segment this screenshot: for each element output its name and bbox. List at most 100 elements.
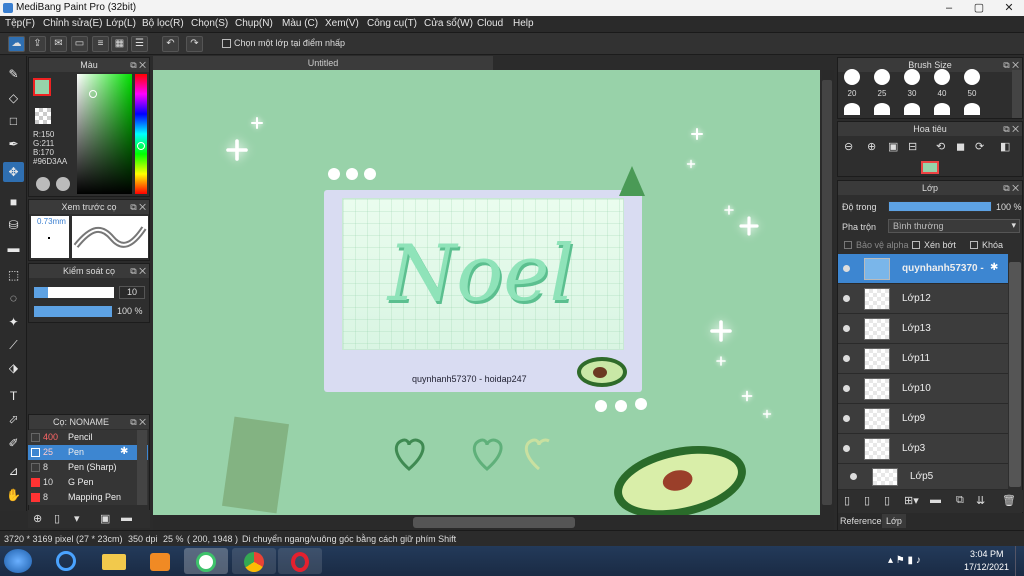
eye-icon[interactable] xyxy=(843,295,850,302)
menu-edit[interactable]: Chỉnh sửa(E) xyxy=(43,18,103,29)
bucket-tool-icon[interactable]: ⛁ xyxy=(3,215,24,235)
hand-tool-icon[interactable]: ✋ xyxy=(3,485,24,505)
medibang-taskbar-icon[interactable] xyxy=(184,548,228,574)
layer-row[interactable]: Lớp10 xyxy=(838,374,1008,404)
close-button[interactable]: ✕ xyxy=(994,0,1024,16)
layer-scrollbar[interactable] xyxy=(1009,262,1021,487)
brush-settings-icon[interactable]: ▣ xyxy=(100,512,110,525)
layer-row-selected[interactable]: quynhanh57370 - ✱ xyxy=(838,254,1008,284)
brush-size-preset[interactable]: 30 xyxy=(902,69,922,98)
brush-size-preset[interactable]: 40 xyxy=(932,69,952,98)
menu-select[interactable]: Chọn(S) xyxy=(191,18,228,29)
brush-size-preset[interactable]: 25 xyxy=(872,69,892,98)
brush-item[interactable]: 8 Pen (Sharp) xyxy=(28,460,148,475)
eyedropper-icon[interactable]: ⊿ xyxy=(3,461,24,481)
select-layer-checkbox[interactable] xyxy=(222,39,231,48)
brush-item[interactable]: 400 Pencil xyxy=(28,430,148,445)
minimize-button[interactable]: – xyxy=(934,0,964,16)
panel-close-icon[interactable]: ⧉ ✕ xyxy=(1003,122,1019,136)
menu-filter[interactable]: Bộ lọc(R) xyxy=(142,18,184,29)
new-brush-icon[interactable]: ▯ xyxy=(54,512,60,525)
folder-icon[interactable]: ▬ xyxy=(930,494,941,506)
merge-icon[interactable]: ⇊ xyxy=(976,494,985,507)
layer-row[interactable]: Lớp3 xyxy=(838,434,1008,464)
document-icon[interactable]: ≡ xyxy=(92,36,109,52)
share-icon[interactable]: ⇪ xyxy=(29,36,46,52)
select-pen-icon[interactable]: ⟋ xyxy=(3,335,24,355)
canvas-horizontal-scrollbar[interactable] xyxy=(153,515,834,530)
opera-icon[interactable] xyxy=(278,548,322,574)
layer-opacity-slider[interactable] xyxy=(888,201,992,212)
comment-icon[interactable]: ✉ xyxy=(50,36,67,52)
layer-row[interactable]: Lớp13 xyxy=(838,314,1008,344)
hue-slider[interactable] xyxy=(135,74,147,194)
hue-slider-handle[interactable] xyxy=(137,142,145,150)
zoom-in-icon[interactable]: ⊕ xyxy=(867,140,876,153)
eye-icon[interactable] xyxy=(843,415,850,422)
canvas-tab[interactable]: Untitled xyxy=(153,56,493,70)
maximize-button[interactable]: ▢ xyxy=(964,0,994,16)
move-tool-icon[interactable]: ✥ xyxy=(3,162,24,182)
menu-snap[interactable]: Chụp(N) xyxy=(235,18,273,29)
page-icon[interactable]: ▭ xyxy=(71,36,88,52)
menu-layer[interactable]: Lớp(L) xyxy=(106,18,136,29)
undo-icon[interactable]: ↶ xyxy=(162,36,179,52)
brush-item[interactable]: 8 Mapping Pen xyxy=(28,490,148,505)
horizontal-scroll-thumb[interactable] xyxy=(413,517,575,528)
duplicate-icon[interactable]: ⧉ xyxy=(956,494,964,507)
eye-icon[interactable] xyxy=(843,325,850,332)
vertical-scroll-thumb[interactable] xyxy=(822,80,832,505)
rotate-right-icon[interactable]: ⟳ xyxy=(975,140,984,153)
color-picker-cursor[interactable] xyxy=(89,90,97,98)
clock-time[interactable]: 3:04 PM xyxy=(970,549,1004,559)
lasso-tool-icon[interactable]: ◌ xyxy=(3,288,24,308)
eye-icon[interactable] xyxy=(850,473,857,480)
canvas[interactable]: Noel quynhanh57370 - hoidap247 xyxy=(153,70,834,515)
reset-view-icon[interactable]: ◼ xyxy=(956,140,965,153)
layer-row[interactable]: Lớp12 xyxy=(838,284,1008,314)
blend-mode-select[interactable]: Bình thường ▾ xyxy=(888,219,1020,233)
layer-row[interactable]: Lớp9 xyxy=(838,404,1008,434)
panel-close-icon[interactable]: ⧉ ✕ xyxy=(130,58,146,72)
panel-close-icon[interactable]: ⧉ ✕ xyxy=(130,200,146,214)
list-icon[interactable]: ☰ xyxy=(131,36,148,52)
flip-icon[interactable]: ◧ xyxy=(1000,140,1010,153)
add-layer-menu-icon[interactable]: ⊞▾ xyxy=(904,494,919,507)
chrome-icon[interactable] xyxy=(232,548,276,574)
brush-item[interactable]: 10 G Pen xyxy=(28,475,148,490)
brush-menu-icon[interactable]: ▾ xyxy=(74,512,80,525)
menu-cloud[interactable]: Cloud xyxy=(477,18,503,29)
show-desktop-button[interactable] xyxy=(1015,546,1024,576)
menu-file[interactable]: Tệp(F) xyxy=(5,18,35,29)
eye-icon[interactable] xyxy=(843,385,850,392)
palette-icon[interactable] xyxy=(36,177,50,191)
menu-help[interactable]: Help xyxy=(513,18,534,29)
operation-tool-icon[interactable]: ⬀ xyxy=(3,409,24,429)
navigator-thumbnail[interactable] xyxy=(921,161,939,174)
dot-tool-icon[interactable]: ✒ xyxy=(3,134,24,154)
brush-list-scrollbar[interactable] xyxy=(137,430,147,505)
folder-taskbar-icon[interactable] xyxy=(92,548,136,574)
panel-close-icon[interactable]: ⧉ ✕ xyxy=(1003,181,1019,195)
gear-icon[interactable]: ✱ xyxy=(990,262,998,273)
clipping-checkbox[interactable] xyxy=(912,241,920,249)
canvas-vertical-scrollbar[interactable] xyxy=(820,70,834,515)
protect-alpha-checkbox[interactable] xyxy=(844,241,852,249)
saturation-value-picker[interactable] xyxy=(77,74,132,194)
rect-select-icon[interactable]: □ xyxy=(3,111,24,131)
new-layer-icon[interactable]: ▯ xyxy=(844,494,850,507)
eye-icon[interactable] xyxy=(843,445,850,452)
transparent-swatch[interactable] xyxy=(35,108,51,124)
brush-tool-icon[interactable]: ✎ xyxy=(3,64,24,84)
shape-fill-icon[interactable]: ■ xyxy=(3,192,24,212)
menu-view[interactable]: Xem(V) xyxy=(325,18,359,29)
brush-size-preset[interactable]: 50 xyxy=(962,69,982,98)
brush-item-selected[interactable]: 25 Pen ✱ xyxy=(28,445,148,460)
grid-icon[interactable]: ▦ xyxy=(111,36,128,52)
tray-icons[interactable]: ▴ ⚑ ▮ ♪ xyxy=(888,555,921,566)
eye-icon[interactable] xyxy=(843,355,850,362)
eye-icon[interactable] xyxy=(843,265,850,272)
zoom-out-icon[interactable]: ⊖ xyxy=(844,140,853,153)
layer-row[interactable]: Lớp5 xyxy=(838,464,1008,490)
layer-row[interactable]: Lớp11 xyxy=(838,344,1008,374)
